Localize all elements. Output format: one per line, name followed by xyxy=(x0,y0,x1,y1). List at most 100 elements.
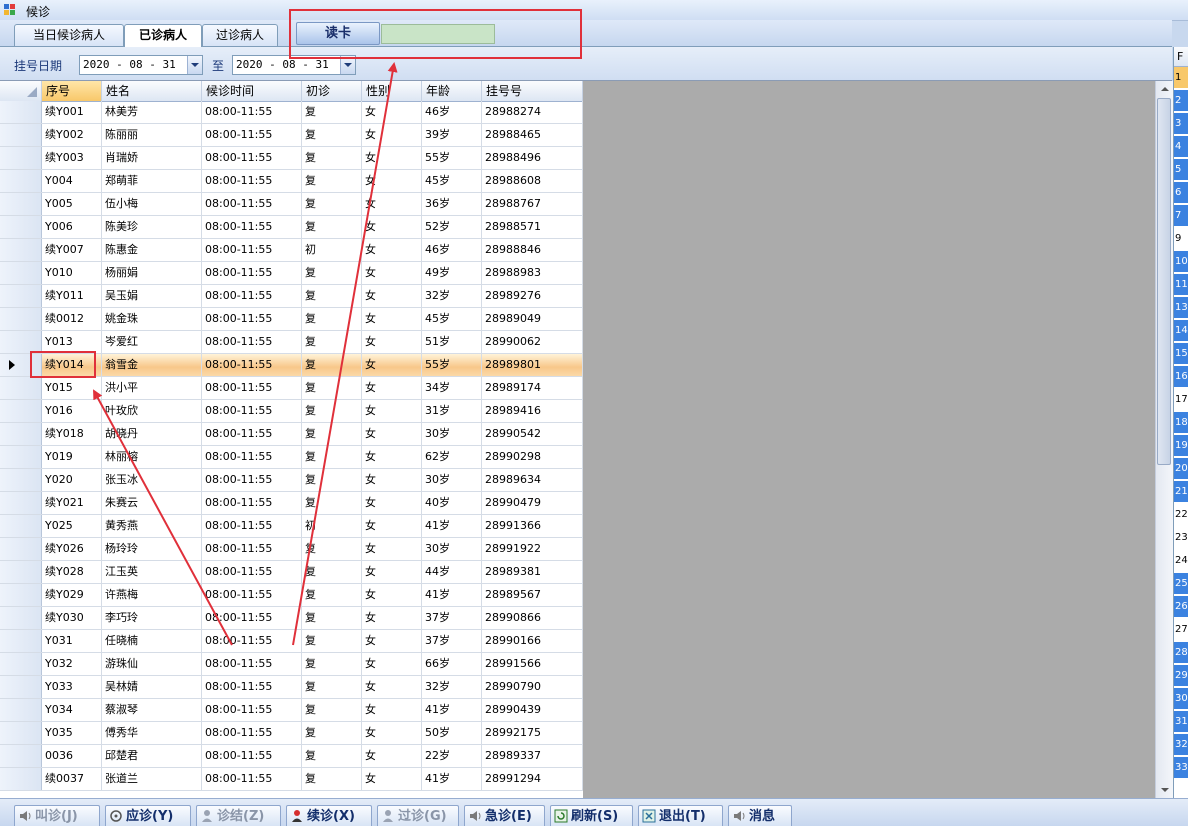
right-panel-item[interactable]: 10 xyxy=(1174,251,1188,273)
cell-first-visit[interactable]: 复 xyxy=(302,124,362,146)
continue-button[interactable]: 续诊(X) xyxy=(286,805,372,826)
cell-seq[interactable]: Y016 xyxy=(42,400,102,422)
row-header[interactable] xyxy=(0,124,42,146)
table-row[interactable]: 续Y001 林美芳 08:00-11:55 复女 46岁 28988274 xyxy=(0,101,583,124)
table-row[interactable]: Y015 洪小平 08:00-11:55 复女 34岁 28989174 xyxy=(0,377,583,400)
cell-reg-no[interactable]: 28990790 xyxy=(482,676,583,698)
cell-seq[interactable]: Y031 xyxy=(42,630,102,652)
right-panel-item[interactable]: 15 xyxy=(1174,343,1188,365)
cell-name[interactable]: 伍小梅 xyxy=(102,193,202,215)
cell-name[interactable]: 张玉冰 xyxy=(102,469,202,491)
cell-age[interactable]: 44岁 xyxy=(422,561,482,583)
cell-reg-no[interactable]: 28991566 xyxy=(482,653,583,675)
cell-seq[interactable]: Y032 xyxy=(42,653,102,675)
cell-wait-time[interactable]: 08:00-11:55 xyxy=(202,262,302,284)
right-panel-item[interactable]: 32 xyxy=(1174,734,1188,756)
cell-first-visit[interactable]: 复 xyxy=(302,193,362,215)
scrollbar-thumb[interactable] xyxy=(1157,98,1171,465)
cell-seq[interactable]: 续Y021 xyxy=(42,492,102,514)
cell-seq[interactable]: 续Y011 xyxy=(42,285,102,307)
cell-seq[interactable]: Y033 xyxy=(42,676,102,698)
row-header[interactable] xyxy=(0,492,42,514)
row-header[interactable] xyxy=(0,607,42,629)
cell-name[interactable]: 姚金珠 xyxy=(102,308,202,330)
cell-name[interactable]: 林丽榕 xyxy=(102,446,202,468)
message-button[interactable]: 消息 xyxy=(728,805,792,826)
table-row[interactable]: 续Y002 陈丽丽 08:00-11:55 复女 39岁 28988465 xyxy=(0,124,583,147)
cell-gender[interactable]: 女 xyxy=(362,469,422,491)
cell-name[interactable]: 叶玫欣 xyxy=(102,400,202,422)
table-row[interactable]: Y006 陈美珍 08:00-11:55 复女 52岁 28988571 xyxy=(0,216,583,239)
table-row[interactable]: 续0012 姚金珠 08:00-11:55 复女 45岁 28989049 xyxy=(0,308,583,331)
right-panel-item[interactable]: 18 xyxy=(1174,412,1188,434)
right-panel-item[interactable]: 27 xyxy=(1174,619,1188,641)
cell-gender[interactable]: 女 xyxy=(362,400,422,422)
cell-name[interactable]: 朱赛云 xyxy=(102,492,202,514)
cell-reg-no[interactable]: 28990479 xyxy=(482,492,583,514)
cell-first-visit[interactable]: 复 xyxy=(302,492,362,514)
table-row[interactable]: 续Y014 翁雪金 08:00-11:55 复女 55岁 28989801 xyxy=(0,354,583,377)
cell-wait-time[interactable]: 08:00-11:55 xyxy=(202,584,302,606)
cell-seq[interactable]: Y006 xyxy=(42,216,102,238)
cell-wait-time[interactable]: 08:00-11:55 xyxy=(202,515,302,537)
cell-gender[interactable]: 女 xyxy=(362,354,422,376)
accept-button[interactable]: 应诊(Y) xyxy=(105,805,191,826)
cell-name[interactable]: 江玉英 xyxy=(102,561,202,583)
cell-reg-no[interactable]: 28989567 xyxy=(482,584,583,606)
cell-first-visit[interactable]: 复 xyxy=(302,561,362,583)
row-header[interactable] xyxy=(0,400,42,422)
cell-reg-no[interactable]: 28989174 xyxy=(482,377,583,399)
card-number-field[interactable] xyxy=(381,24,495,44)
right-panel-item[interactable]: 19 xyxy=(1174,435,1188,457)
cell-name[interactable]: 陈美珍 xyxy=(102,216,202,238)
table-row[interactable]: Y005 伍小梅 08:00-11:55 复女 36岁 28988767 xyxy=(0,193,583,216)
cell-reg-no[interactable]: 28991922 xyxy=(482,538,583,560)
row-header[interactable] xyxy=(0,699,42,721)
cell-reg-no[interactable]: 28990062 xyxy=(482,331,583,353)
select-all-corner[interactable] xyxy=(0,81,42,101)
cell-name[interactable]: 任晓楠 xyxy=(102,630,202,652)
cell-name[interactable]: 岑爱红 xyxy=(102,331,202,353)
cell-reg-no[interactable]: 28989416 xyxy=(482,400,583,422)
right-panel-item[interactable]: 6 xyxy=(1174,182,1188,204)
cell-seq[interactable]: 续Y029 xyxy=(42,584,102,606)
table-row[interactable]: 续0037 张道兰 08:00-11:55 复女 41岁 28991294 xyxy=(0,768,583,791)
right-panel-item[interactable]: 5 xyxy=(1174,159,1188,181)
cell-age[interactable]: 30岁 xyxy=(422,423,482,445)
cell-age[interactable]: 40岁 xyxy=(422,492,482,514)
cell-age[interactable]: 32岁 xyxy=(422,676,482,698)
cell-wait-time[interactable]: 08:00-11:55 xyxy=(202,216,302,238)
row-header[interactable] xyxy=(0,262,42,284)
cell-seq[interactable]: Y004 xyxy=(42,170,102,192)
cell-wait-time[interactable]: 08:00-11:55 xyxy=(202,538,302,560)
right-panel-item[interactable]: 7 xyxy=(1174,205,1188,227)
right-panel-item[interactable]: 13 xyxy=(1174,297,1188,319)
cell-first-visit[interactable]: 复 xyxy=(302,400,362,422)
table-row[interactable]: Y031 任晓楠 08:00-11:55 复女 37岁 28990166 xyxy=(0,630,583,653)
cell-name[interactable]: 张道兰 xyxy=(102,768,202,790)
cell-first-visit[interactable]: 复 xyxy=(302,216,362,238)
right-panel-item[interactable]: 3 xyxy=(1174,113,1188,135)
table-row[interactable]: 续Y028 江玉英 08:00-11:55 复女 44岁 28989381 xyxy=(0,561,583,584)
cell-wait-time[interactable]: 08:00-11:55 xyxy=(202,308,302,330)
cell-wait-time[interactable]: 08:00-11:55 xyxy=(202,745,302,767)
cell-seq[interactable]: 续Y030 xyxy=(42,607,102,629)
cell-wait-time[interactable]: 08:00-11:55 xyxy=(202,469,302,491)
cell-gender[interactable]: 女 xyxy=(362,515,422,537)
cell-first-visit[interactable]: 复 xyxy=(302,630,362,652)
cell-age[interactable]: 37岁 xyxy=(422,607,482,629)
cell-age[interactable]: 51岁 xyxy=(422,331,482,353)
cell-first-visit[interactable]: 复 xyxy=(302,676,362,698)
cell-first-visit[interactable]: 复 xyxy=(302,308,362,330)
table-row[interactable]: 续Y026 杨玲玲 08:00-11:55 复女 30岁 28991922 xyxy=(0,538,583,561)
column-header-seq[interactable]: 序号 xyxy=(42,81,102,101)
cell-gender[interactable]: 女 xyxy=(362,561,422,583)
cell-name[interactable]: 吴玉娟 xyxy=(102,285,202,307)
cell-reg-no[interactable]: 28990166 xyxy=(482,630,583,652)
cell-reg-no[interactable]: 28991366 xyxy=(482,515,583,537)
cell-seq[interactable]: Y025 xyxy=(42,515,102,537)
cell-name[interactable]: 李巧玲 xyxy=(102,607,202,629)
cell-wait-time[interactable]: 08:00-11:55 xyxy=(202,722,302,744)
column-header-first-visit[interactable]: 初诊 xyxy=(302,81,362,101)
cell-wait-time[interactable]: 08:00-11:55 xyxy=(202,768,302,790)
